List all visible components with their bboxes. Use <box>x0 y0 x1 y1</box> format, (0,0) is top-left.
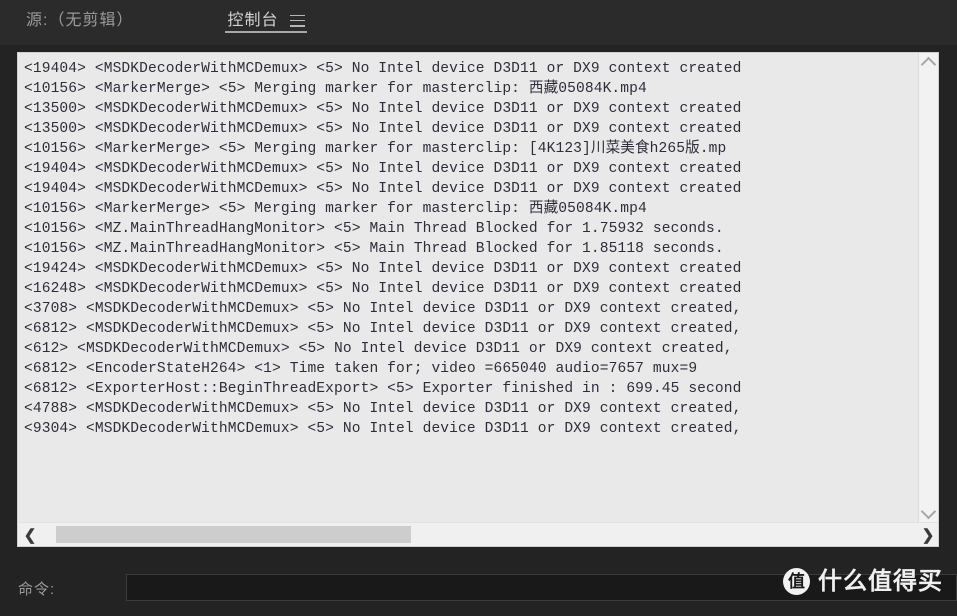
log-line: <13500> <MSDKDecoderWithMCDemux> <5> No … <box>24 121 742 137</box>
command-input[interactable] <box>126 574 957 601</box>
log-line: <612> <MSDKDecoderWithMCDemux> <5> No In… <box>24 341 733 357</box>
tab-console-label: 控制台 <box>227 11 279 29</box>
tab-bar: 源:（无剪辑） 控制台 <box>0 0 957 45</box>
horizontal-scroll-thumb[interactable] <box>56 526 411 543</box>
scroll-left-button[interactable]: ❮ <box>18 523 42 546</box>
log-line: <19404> <MSDKDecoderWithMCDemux> <5> No … <box>24 181 742 197</box>
log-line: <9304> <MSDKDecoderWithMCDemux> <5> No I… <box>24 421 742 437</box>
log-line: <16248> <MSDKDecoderWithMCDemux> <5> No … <box>24 281 742 297</box>
console-log-area[interactable]: <19404> <MSDKDecoderWithMCDemux> <5> No … <box>18 53 918 523</box>
scroll-down-button[interactable] <box>919 503 938 523</box>
log-line: <19424> <MSDKDecoderWithMCDemux> <5> No … <box>24 261 742 277</box>
log-line: <6812> <EncoderStateH264> <1> Time taken… <box>24 361 698 377</box>
log-line: <10156> <MarkerMerge> <5> Merging marker… <box>24 201 647 217</box>
tab-active-underline <box>225 31 308 33</box>
command-label: 命令: <box>18 581 56 598</box>
log-line: <6812> <ExporterHost::BeginThreadExport>… <box>24 381 742 397</box>
console-vertical-scrollbar[interactable] <box>918 53 938 523</box>
log-line: <13500> <MSDKDecoderWithMCDemux> <5> No … <box>24 101 742 117</box>
log-line: <19404> <MSDKDecoderWithMCDemux> <5> No … <box>24 61 742 77</box>
log-line: <10156> <MZ.MainThreadHangMonitor> <5> M… <box>24 221 724 237</box>
scroll-up-button[interactable] <box>919 53 938 73</box>
tab-console[interactable]: 控制台 <box>213 0 319 45</box>
tab-source[interactable]: 源:（无剪辑） <box>0 0 151 45</box>
log-line: <10156> <MZ.MainThreadHangMonitor> <5> M… <box>24 241 724 257</box>
log-line: <6812> <MSDKDecoderWithMCDemux> <5> No I… <box>24 321 742 337</box>
log-line: <10156> <MarkerMerge> <5> Merging marker… <box>24 81 647 97</box>
console-horizontal-scrollbar[interactable]: ❮ ❯ <box>18 522 938 546</box>
tab-source-label: 源:（无剪辑） <box>26 11 134 29</box>
command-row: 命令: <box>0 570 957 616</box>
log-line: <10156> <MarkerMerge> <5> Merging marker… <box>24 141 727 157</box>
scroll-right-button[interactable]: ❯ <box>916 523 938 546</box>
log-line: <3708> <MSDKDecoderWithMCDemux> <5> No I… <box>24 301 742 317</box>
console-panel: <19404> <MSDKDecoderWithMCDemux> <5> No … <box>17 52 939 547</box>
log-line: <4788> <MSDKDecoderWithMCDemux> <5> No I… <box>24 401 742 417</box>
chevron-down-icon <box>920 503 937 520</box>
hamburger-icon[interactable] <box>290 14 306 31</box>
chevron-up-icon <box>920 56 937 73</box>
log-line: <19404> <MSDKDecoderWithMCDemux> <5> No … <box>24 161 742 177</box>
